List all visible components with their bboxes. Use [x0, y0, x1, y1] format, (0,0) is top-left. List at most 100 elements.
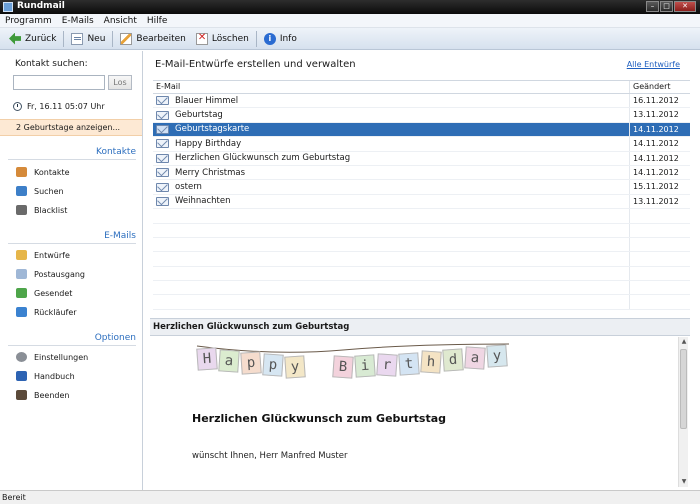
empty-row — [153, 266, 690, 282]
toolbar-separator — [255, 30, 257, 47]
sidebar-item-handbuch[interactable]: Handbuch — [16, 371, 75, 381]
sidebar-item-gesendet[interactable]: Gesendet — [16, 288, 72, 298]
sidebar-item-postausgang[interactable]: Postausgang — [16, 269, 85, 279]
cell-date: 15.11.2012 — [633, 182, 679, 192]
app-icon — [3, 2, 13, 12]
info-icon: i — [263, 32, 276, 45]
envelope-icon — [156, 110, 169, 120]
cell-date: 14.11.2012 — [633, 167, 679, 177]
date-time-text: Fr, 16.11 05:07 Uhr — [27, 102, 105, 111]
cell-date: 14.11.2012 — [633, 139, 679, 149]
edit-pencil-icon — [120, 32, 133, 45]
empty-row — [153, 223, 690, 238]
table-row[interactable]: Merry Christmas 14.11.2012 — [153, 165, 690, 181]
banner-letter-card: h — [420, 350, 442, 374]
banner-letter-card: B — [332, 355, 354, 379]
preview-pane: HappyBirthday Herzlichen Glückwunsch zum… — [150, 337, 690, 490]
sidebar-item-beenden[interactable]: Beenden — [16, 390, 69, 400]
draft-name: Herzlichen Glückwunsch zum Geburtstag — [175, 153, 351, 164]
cell-date: 14.11.2012 — [633, 153, 679, 163]
drafts-table: E-Mail Geändert Blauer Himmel 16.11.2012 G… — [153, 80, 690, 310]
draft-name: Weihnachten — [175, 196, 231, 207]
sidebar-item-suchen[interactable]: Suchen — [16, 186, 64, 196]
new-button[interactable]: Neu — [66, 30, 110, 48]
empty-row — [153, 281, 690, 296]
settings-icon — [16, 352, 27, 362]
back-button[interactable]: Zurück — [4, 30, 61, 48]
column-header-changed[interactable]: Geändert — [630, 81, 690, 93]
delete-button[interactable]: Löschen — [191, 30, 254, 48]
sidebar-item-blacklist[interactable]: Blacklist — [16, 205, 67, 215]
banner-letter-card: p — [240, 351, 262, 375]
cell-email: Geburtstag — [153, 108, 630, 122]
cell-date: 13.11.2012 — [633, 110, 679, 120]
maximize-button[interactable]: □ — [660, 1, 673, 12]
clock-icon — [13, 102, 22, 111]
table-row[interactable]: Herzlichen Glückwunsch zum Geburtstag 14.… — [153, 151, 690, 166]
banner-letter-card: H — [196, 347, 218, 371]
table-row[interactable]: Geburtstagskarte 14.11.2012 — [153, 122, 690, 138]
blacklist-icon — [16, 205, 27, 215]
envelope-icon — [156, 196, 169, 206]
banner-letter-card: t — [398, 352, 420, 376]
menu-emails[interactable]: E-Mails — [57, 14, 99, 27]
search-go-button[interactable]: Los — [108, 75, 132, 90]
table-row[interactable]: Happy Birthday 14.11.2012 — [153, 137, 690, 152]
scroll-down-icon[interactable]: ▼ — [680, 478, 688, 486]
preview-scrollbar[interactable]: ▲ ▼ — [678, 337, 688, 487]
table-row[interactable]: Geburtstag 13.11.2012 — [153, 108, 690, 123]
banner-letter-card: y — [486, 344, 508, 368]
sidebar-item-kontakte[interactable]: Kontakte — [16, 167, 70, 177]
exit-icon — [16, 390, 27, 400]
scroll-up-icon[interactable]: ▲ — [680, 338, 688, 346]
envelope-icon — [156, 139, 169, 149]
menu-programm[interactable]: Programm — [0, 14, 57, 27]
manual-icon — [16, 371, 27, 381]
all-drafts-link[interactable]: Alle Entwürfe — [627, 60, 680, 69]
back-arrow-icon — [9, 32, 21, 45]
new-document-icon — [71, 32, 84, 45]
envelope-icon — [156, 182, 169, 192]
sidebar: Kontakt suchen: Los Fr, 16.11 05:07 Uhr … — [0, 51, 143, 490]
edit-button[interactable]: Bearbeiten — [115, 30, 190, 48]
cell-email: Happy Birthday — [153, 137, 630, 151]
menu-hilfe[interactable]: Hilfe — [142, 14, 172, 27]
empty-row — [153, 237, 690, 253]
cell-email: Weihnachten — [153, 194, 630, 209]
minimize-button[interactable]: – — [646, 1, 659, 12]
delete-icon — [195, 32, 208, 45]
cell-email: ostern — [153, 180, 630, 194]
cell-date: 13.11.2012 — [633, 196, 679, 206]
sidebar-item-entwuerfe[interactable]: Entwürfe — [16, 250, 70, 260]
drafts-folder-icon — [16, 250, 27, 260]
scroll-thumb[interactable] — [680, 349, 687, 429]
preview-subline: wünscht Ihnen, Herr Manfred Muster — [192, 451, 348, 461]
outbox-icon — [16, 269, 27, 279]
status-bar: Bereit — [0, 490, 700, 504]
birthday-notice[interactable]: 2 Geburtstage anzeigen... — [0, 119, 142, 136]
empty-row — [153, 295, 690, 310]
table-row[interactable]: Weihnachten 13.11.2012 — [153, 194, 690, 210]
sidebar-item-ruecklaeufer[interactable]: Rückläufer — [16, 307, 77, 317]
banner-letter-card: r — [376, 353, 398, 377]
table-row[interactable]: ostern 15.11.2012 — [153, 180, 690, 195]
menu-ansicht[interactable]: Ansicht — [99, 14, 142, 27]
banner-letter-card: d — [442, 348, 464, 372]
info-button[interactable]: i Info — [259, 30, 302, 48]
table-row[interactable]: Blauer Himmel 16.11.2012 — [153, 94, 690, 109]
draft-name: Geburtstag — [175, 110, 223, 121]
date-time-display: Fr, 16.11 05:07 Uhr — [13, 102, 105, 111]
sidebar-item-einstellungen[interactable]: Einstellungen — [16, 352, 88, 362]
sent-icon — [16, 288, 27, 298]
cell-email: Merry Christmas — [153, 165, 630, 180]
empty-row — [153, 209, 690, 224]
contact-search-input[interactable] — [13, 75, 105, 90]
column-header-email[interactable]: E-Mail — [153, 81, 630, 93]
envelope-icon — [156, 124, 169, 134]
window-controls: – □ ✕ — [645, 1, 696, 12]
cell-email: Blauer Himmel — [153, 94, 630, 108]
window-title: Rundmail — [17, 1, 65, 11]
cell-date: 16.11.2012 — [633, 96, 679, 105]
close-button[interactable]: ✕ — [674, 1, 696, 12]
table-header: E-Mail Geändert — [153, 81, 690, 94]
